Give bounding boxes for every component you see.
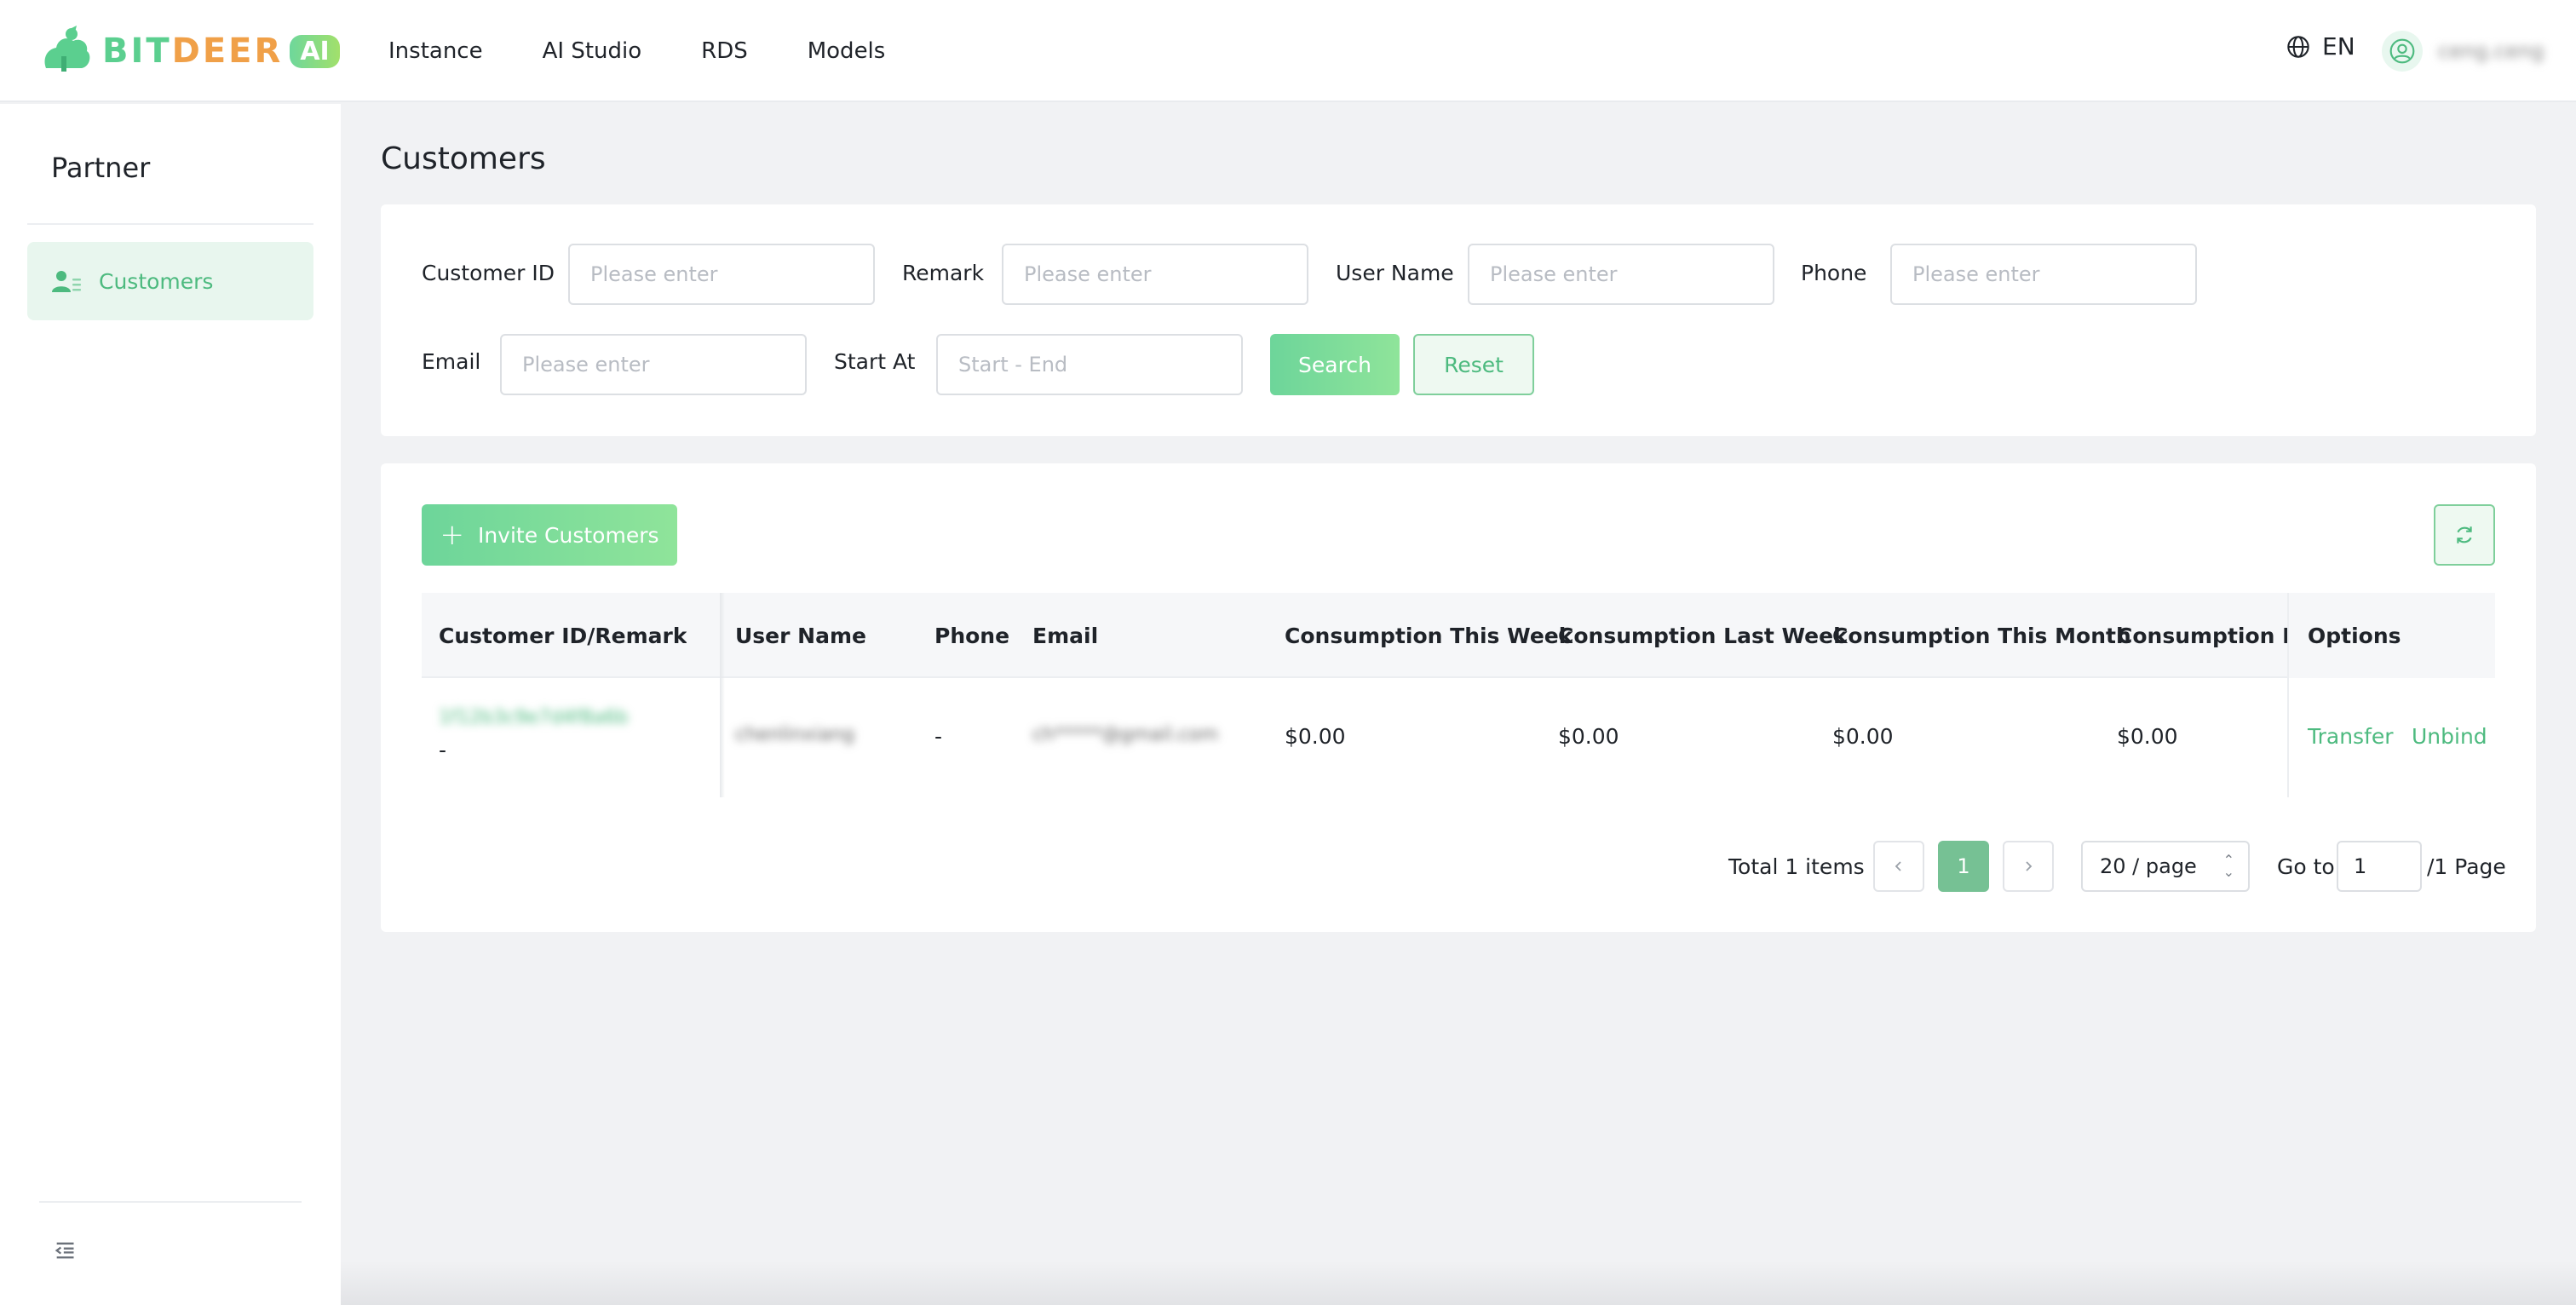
options-cell: Transfer Unbind [2287, 678, 2495, 797]
col-options: Options [2287, 593, 2495, 678]
page-title: Customers [381, 141, 546, 176]
table-row: 1f12b3c9e7d4f8a6b - chenlinxiang - ch***… [422, 678, 2495, 797]
start-at-label: Start At [834, 349, 916, 374]
phone-input[interactable] [1890, 244, 2197, 305]
sidebar-title: Partner [51, 152, 151, 184]
language-label: EN [2322, 32, 2355, 60]
fixed-column-shadow [720, 593, 725, 797]
chevron-right-icon [2026, 861, 2033, 871]
sidebar: Partner Customers [0, 104, 341, 1305]
col-consumption-last-week: Consumption Last Week [1558, 623, 1848, 648]
consumption-last-month-value: $0.00 [2117, 724, 2178, 749]
col-phone: Phone [934, 623, 1010, 648]
sidebar-divider [27, 223, 313, 225]
nav-ai-studio[interactable]: AI Studio [543, 38, 642, 64]
total-pages-label: /1 Page [2427, 854, 2506, 879]
user-name-label: User Name [1336, 261, 1454, 285]
nav-instance[interactable]: Instance [388, 38, 483, 64]
user-list-icon [52, 271, 81, 292]
col-email: Email [1032, 623, 1099, 648]
select-arrows-icon: ⌃ ⌄ [2222, 852, 2234, 880]
consumption-this-week-value: $0.00 [1285, 724, 1346, 749]
customer-id-label: Customer ID [422, 261, 555, 285]
language-switcher[interactable]: EN [2286, 32, 2355, 60]
date-range-input[interactable] [936, 334, 1243, 395]
phone-value: - [934, 724, 943, 749]
customer-list-panel: + Invite Customers Customer ID/Remark Us… [381, 463, 2536, 932]
consumption-last-week-value: $0.00 [1558, 724, 1619, 749]
brand-ai-badge: AI [290, 34, 340, 68]
brand-logo[interactable]: BITDEER AI [39, 26, 340, 77]
col-consumption-this-month: Consumption This Month [1832, 623, 2131, 648]
collapse-sidebar-button[interactable] [53, 1239, 77, 1266]
top-bar: BITDEER AI Instance AI Studio RDS Models… [0, 0, 2576, 102]
customer-id-input[interactable] [568, 244, 875, 305]
table-header: Customer ID/Remark User Name Phone Email… [422, 593, 2495, 678]
transfer-link[interactable]: Transfer [2308, 724, 2394, 749]
nav-rds[interactable]: RDS [701, 38, 748, 64]
page-size-value: 20 / page [2100, 854, 2197, 878]
search-button[interactable]: Search [1270, 334, 1400, 395]
user-name: ceng.ceng [2438, 39, 2544, 63]
col-user-name: User Name [735, 623, 866, 648]
reset-button[interactable]: Reset [1413, 334, 1534, 395]
collapse-menu-icon [55, 1242, 74, 1259]
bitdeer-logo-icon [44, 26, 90, 72]
customer-id-link[interactable]: 1f12b3c9e7d4f8a6b [439, 707, 628, 728]
prev-page-button[interactable] [1873, 841, 1924, 892]
phone-label: Phone [1801, 261, 1867, 285]
remark-label: Remark [902, 261, 985, 285]
refresh-button[interactable] [2434, 504, 2495, 566]
main-nav: Instance AI Studio RDS Models [388, 0, 945, 102]
refresh-icon [2457, 526, 2472, 543]
user-name-input[interactable] [1468, 244, 1774, 305]
avatar [2382, 31, 2423, 72]
page-size-select[interactable]: 20 / page ⌃ ⌄ [2081, 841, 2250, 892]
pagination-total: Total 1 items [1728, 854, 1865, 879]
nav-models[interactable]: Models [808, 38, 886, 64]
customer-remark: - [439, 738, 447, 762]
col-consumption-this-week: Consumption This Week [1285, 623, 1573, 648]
sidebar-item-label: Customers [99, 268, 214, 294]
col-customer-id: Customer ID/Remark [439, 623, 687, 648]
email-value: ch*****@gmail.com [1032, 724, 1219, 745]
bottom-shadow [341, 1261, 2576, 1305]
goto-label: Go to [2277, 854, 2335, 879]
user-circle-icon [2389, 38, 2415, 64]
email-label: Email [422, 349, 481, 374]
unbind-link[interactable]: Unbind [2412, 724, 2487, 749]
page-1-button[interactable]: 1 [1938, 841, 1989, 892]
col-consumption-last-month: Consumption Last Month [2117, 623, 2287, 648]
user-name-value: chenlinxiang [735, 724, 855, 745]
customers-table: Customer ID/Remark User Name Phone Email… [422, 593, 2495, 797]
invite-customers-label: Invite Customers [477, 522, 659, 548]
sidebar-item-customers[interactable]: Customers [27, 242, 313, 320]
remark-input[interactable] [1002, 244, 1308, 305]
goto-page-input[interactable] [2337, 841, 2422, 892]
chevron-left-icon [1895, 861, 1901, 871]
consumption-this-month-value: $0.00 [1832, 724, 1894, 749]
sidebar-bottom-divider [39, 1201, 302, 1203]
email-input[interactable] [500, 334, 807, 395]
invite-customers-button[interactable]: + Invite Customers [422, 504, 677, 566]
brand-name: BITDEER [102, 32, 284, 71]
filter-panel: Customer ID Remark User Name Phone Email… [381, 204, 2536, 436]
globe-icon [2287, 35, 2309, 58]
plus-icon: + [440, 518, 464, 552]
next-page-button[interactable] [2003, 841, 2054, 892]
user-menu[interactable]: ceng.ceng [2382, 31, 2544, 72]
